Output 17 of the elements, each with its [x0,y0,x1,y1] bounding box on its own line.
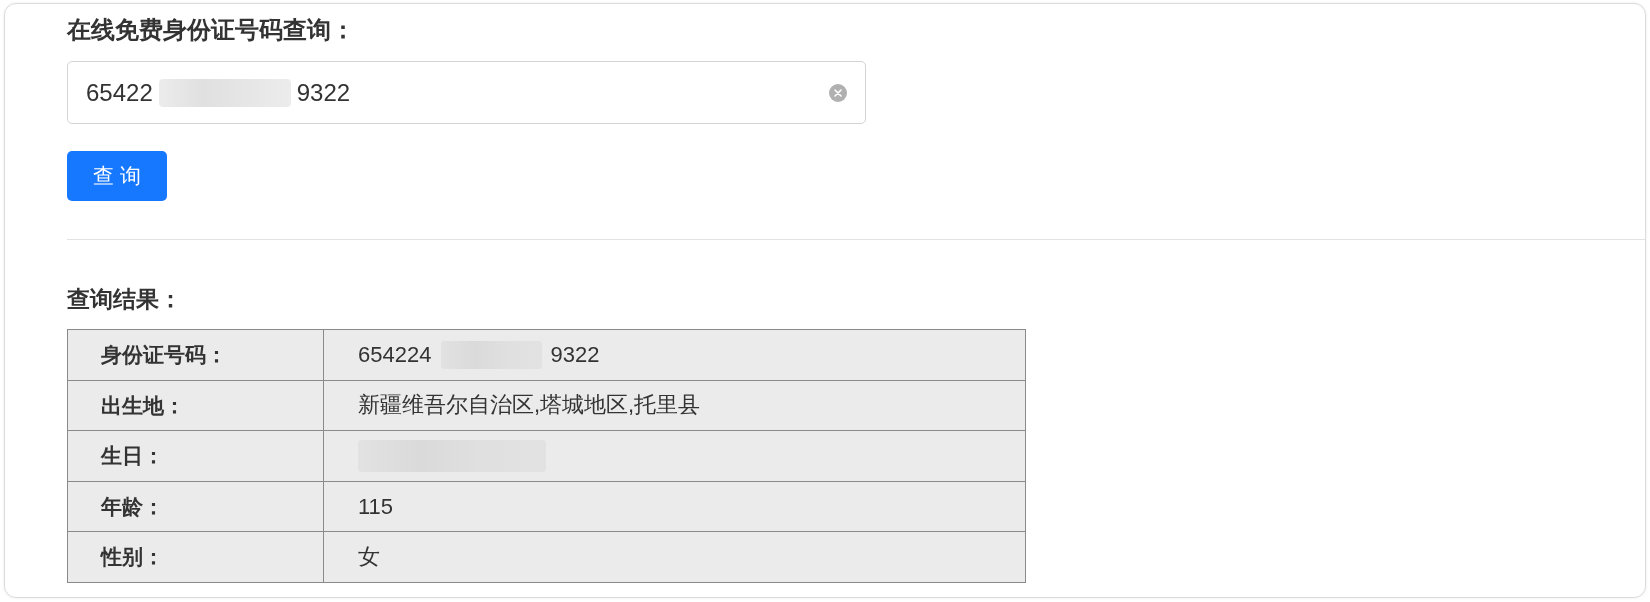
id-number-text: 65422 [86,77,153,108]
page-title: 在线免费身份证号码查询： [67,15,355,45]
query-button[interactable]: 查 询 [67,151,167,201]
value-text: 9322 [550,340,600,369]
value-text: 女 [358,543,380,572]
id-number-field[interactable]: 65422 9322 [67,61,866,124]
table-cell: 身份证号码： [67,329,324,381]
table-cell: 年龄： [67,481,324,532]
table-cell: 性别： [67,531,324,583]
id-number-text: 9322 [296,77,351,108]
section-title: 查询结果： [67,285,182,314]
value-text: 115 [358,492,394,521]
table-cell: 出生地： [67,380,324,431]
clear-icon[interactable] [829,83,847,102]
table-cell: 生日： [67,430,324,482]
value-text: 654224 [358,340,432,369]
value-text: 新疆维吾尔自治区,塔城地区,托里县 [358,391,701,420]
